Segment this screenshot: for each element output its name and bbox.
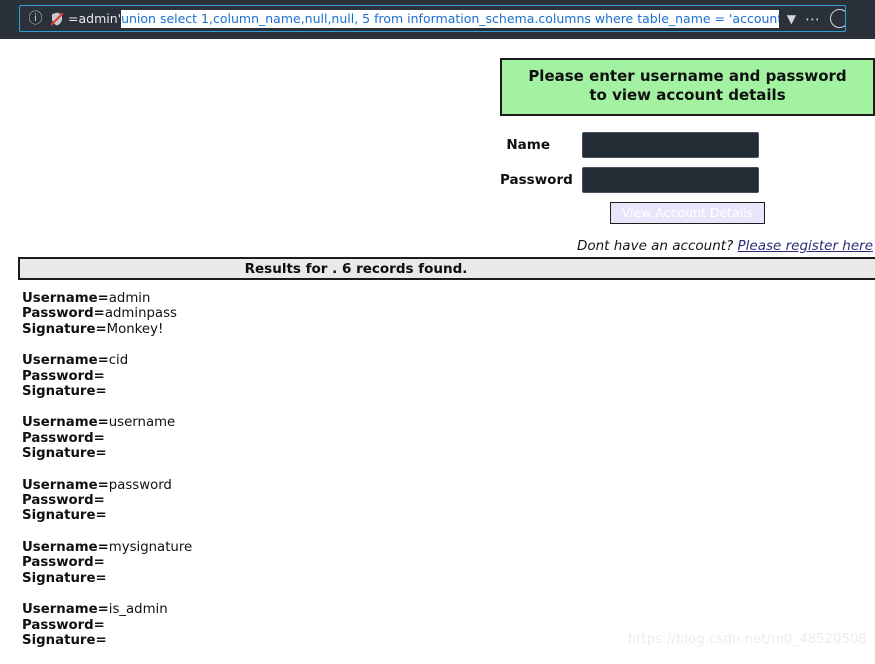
record-signature-label: Signature= bbox=[22, 384, 107, 400]
record-username-label: Username= bbox=[22, 602, 109, 618]
record-password-label: Password= bbox=[22, 368, 105, 384]
record-password: Password= bbox=[22, 493, 522, 508]
record-username: Username=mysignature bbox=[22, 540, 522, 555]
record-username-value: admin bbox=[108, 291, 151, 306]
results-summary-bar: Results for . 6 records found. bbox=[18, 257, 875, 280]
records-list: Username=admin Password=adminpass Signatur… bbox=[22, 291, 522, 664]
record-password: Password= bbox=[22, 618, 522, 633]
record-username-label: Username= bbox=[22, 353, 109, 369]
record-username: Username=cid bbox=[22, 353, 522, 368]
record-username-value: username bbox=[108, 415, 176, 431]
record-username: Username=is_admin bbox=[22, 602, 522, 617]
login-banner-line-2: to view account details bbox=[589, 86, 786, 104]
record-signature: Signature= bbox=[22, 446, 522, 461]
login-form: Name Password View Account Details bbox=[500, 132, 875, 224]
record-signature: Signature= bbox=[22, 508, 522, 523]
name-input[interactable] bbox=[582, 132, 759, 158]
shield-blocked-icon[interactable] bbox=[47, 9, 66, 28]
record-signature-label: Signature= bbox=[22, 321, 107, 337]
record-password: Password= bbox=[22, 431, 522, 446]
record-signature-label: Signature= bbox=[22, 446, 107, 462]
record-username-value: cid bbox=[108, 353, 129, 369]
record-username: Username=admin bbox=[22, 291, 522, 306]
record-username-label: Username= bbox=[22, 415, 109, 431]
record-username: Username=username bbox=[22, 415, 522, 430]
name-row: Name bbox=[500, 132, 875, 158]
record-signature: Signature=Monkey! bbox=[22, 322, 522, 337]
record-password-label: Password= bbox=[22, 617, 105, 633]
record-password: Password=adminpass bbox=[22, 306, 522, 321]
url-selection: union select 1,column_name,null,null, 5 … bbox=[121, 9, 779, 28]
url-prefix: =admin' bbox=[68, 10, 122, 26]
record-signature-label: Signature= bbox=[22, 632, 107, 648]
address-bar-actions: ▼ ⋯ bbox=[779, 9, 845, 28]
register-link[interactable]: Please register here bbox=[738, 238, 873, 254]
info-icon[interactable]: ⓘ bbox=[26, 9, 45, 28]
register-prompt-text: Dont have an account? bbox=[576, 238, 734, 254]
results-summary-text: Results for . 6 records found. bbox=[244, 260, 468, 277]
browser-toolbar: ⓘ =admin' union select 1,column_name,null… bbox=[0, 0, 875, 39]
view-account-details-button[interactable]: View Account Details bbox=[610, 202, 765, 224]
url-text[interactable]: =admin' union select 1,column_name,null,n… bbox=[68, 9, 779, 28]
record-username-value: mysignature bbox=[108, 539, 193, 555]
record-password: Password= bbox=[22, 369, 522, 384]
record-username-value: is_admin bbox=[108, 602, 168, 618]
record-item: Username=is_admin Password= Signature= bbox=[22, 602, 522, 648]
record-signature-label: Signature= bbox=[22, 570, 107, 586]
record-signature: Signature= bbox=[22, 571, 522, 586]
record-username-label: Username= bbox=[22, 291, 109, 306]
record-password-label: Password= bbox=[22, 306, 105, 322]
record-password-label: Password= bbox=[22, 493, 105, 509]
register-prompt-row: Dont have an account? Please register he… bbox=[500, 238, 875, 254]
name-label: Name bbox=[506, 137, 550, 153]
login-banner-line-1: Please enter username and password bbox=[528, 67, 847, 85]
watermark: https://blog.csdn.net/m0_48520508 bbox=[627, 632, 867, 647]
password-label: Password bbox=[500, 172, 573, 188]
password-row: Password bbox=[500, 167, 875, 193]
record-username: Username=password bbox=[22, 478, 522, 493]
ellipsis-icon[interactable]: ⋯ bbox=[805, 11, 821, 26]
record-password-label: Password= bbox=[22, 430, 105, 446]
record-signature: Signature= bbox=[22, 633, 522, 648]
record-signature: Signature= bbox=[22, 384, 522, 399]
account-circle-icon[interactable] bbox=[830, 9, 845, 28]
login-banner: Please enter username and password to vi… bbox=[500, 58, 875, 116]
record-item: Username=cid Password= Signature= bbox=[22, 353, 522, 399]
record-item: Username=mysignature Password= Signature= bbox=[22, 540, 522, 586]
page-content: Please enter username and password to vi… bbox=[0, 39, 875, 655]
record-password-value: adminpass bbox=[104, 306, 177, 322]
submit-row: View Account Details bbox=[500, 202, 875, 224]
address-bar[interactable]: ⓘ =admin' union select 1,column_name,null… bbox=[19, 5, 846, 32]
record-password-label: Password= bbox=[22, 555, 105, 571]
record-item: Username=admin Password=adminpass Signatur… bbox=[22, 291, 522, 337]
record-signature-label: Signature= bbox=[22, 508, 107, 524]
record-username-label: Username= bbox=[22, 539, 109, 555]
record-username-value: password bbox=[108, 477, 172, 493]
submit-spacer bbox=[500, 202, 610, 224]
record-password: Password= bbox=[22, 555, 522, 570]
login-panel: Please enter username and password to vi… bbox=[500, 58, 875, 254]
record-item: Username=username Password= Signature= bbox=[22, 415, 522, 461]
chevron-down-icon[interactable]: ▼ bbox=[787, 13, 796, 25]
record-username-label: Username= bbox=[22, 477, 109, 493]
record-item: Username=password Password= Signature= bbox=[22, 478, 522, 524]
password-input[interactable] bbox=[582, 167, 759, 193]
record-signature-value: Monkey! bbox=[106, 321, 164, 337]
